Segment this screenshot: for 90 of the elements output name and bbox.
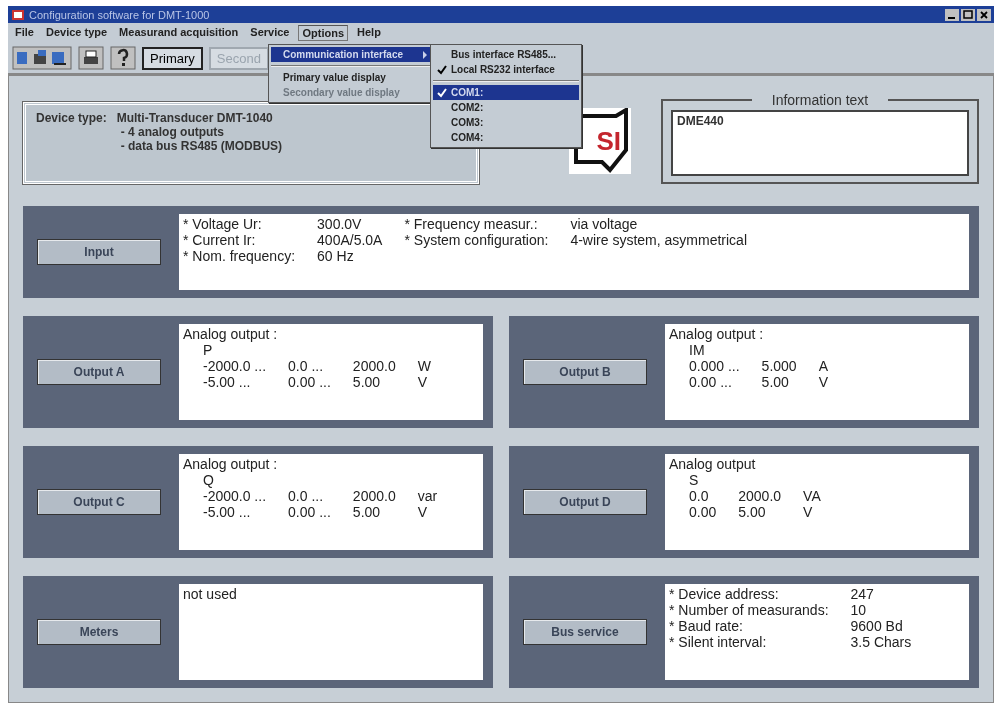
summary-text: 400A/5.0A: [317, 232, 383, 248]
summary-text: 5.00: [738, 504, 767, 520]
summary-heading: Analog output :: [183, 456, 279, 472]
summary-text: 5.00: [352, 374, 382, 390]
quantity-text: IM: [688, 342, 706, 358]
check-icon: [437, 87, 447, 98]
summary-text: 0.00 ...: [288, 374, 331, 390]
summary-text: * Device address:: [669, 586, 780, 602]
summary-text: 0.0 ...: [288, 358, 325, 374]
quantity-text: P: [202, 342, 214, 358]
summary-text: V: [803, 504, 814, 520]
panel-button[interactable]: Output A: [37, 359, 161, 385]
device-text: Multi-Transducer DMT-1040: [116, 111, 274, 125]
summary-text: 0.00: [689, 504, 717, 520]
menu-item[interactable]: Measurand acquisition: [116, 25, 242, 41]
summary-text: VA: [803, 488, 821, 504]
summary-text: 0.00 ...: [689, 374, 733, 390]
close-icon[interactable]: [977, 8, 991, 21]
panel-button[interactable]: Meters: [37, 619, 161, 645]
summary-text: 0.00 ...: [288, 504, 331, 520]
summary-text: * System configuration:: [404, 232, 549, 248]
device-text: - 4 analog outputs: [119, 125, 226, 139]
maximize-icon[interactable]: [961, 8, 975, 21]
summary-text: 5.00: [761, 374, 790, 390]
panel-button[interactable]: Bus service: [523, 619, 647, 645]
summary-text: -5.00 ...: [203, 504, 252, 520]
help-icon[interactable]: [110, 46, 136, 70]
summary-text: -2000.0 ...: [203, 488, 267, 504]
summary-text: 60 Hz: [317, 248, 355, 264]
summary-heading: Analog output: [669, 456, 757, 472]
summary-text: 5.000: [761, 358, 797, 374]
summary-text: 2000.0: [738, 488, 782, 504]
summary-text: * Voltage Ur:: [183, 216, 263, 232]
menu-item[interactable]: Communication interface: [271, 47, 431, 62]
summary-text: -5.00 ...: [203, 374, 252, 390]
menu-item[interactable]: Options: [298, 25, 349, 41]
summary-text: 0.000 ...: [689, 358, 740, 374]
check-icon: [437, 64, 447, 75]
summary-text: via voltage: [570, 216, 639, 232]
menu-item[interactable]: Device type: [42, 25, 111, 41]
summary-text: -2000.0 ...: [203, 358, 267, 374]
summary-text: * Current Ir:: [183, 232, 257, 248]
summary-text: * Number of measurands:: [669, 602, 829, 618]
printer-icon[interactable]: [78, 46, 104, 70]
quantity-text: Q: [202, 472, 215, 488]
menu-item[interactable]: Primary value display: [271, 70, 431, 85]
summary-text: 9600 Bd: [850, 618, 904, 634]
menu-item[interactable]: Help: [354, 25, 384, 41]
panel-button[interactable]: Output C: [37, 489, 161, 515]
input-button[interactable]: Input: [37, 239, 161, 265]
device-text: - data bus RS485 (MODBUS): [119, 139, 283, 153]
menu-item[interactable]: File: [12, 25, 37, 41]
summary-text: V: [417, 504, 429, 520]
summary-text: W: [417, 358, 431, 374]
summary-text: 0.0 ...: [288, 488, 325, 504]
menu-item[interactable]: Local RS232 interface: [433, 62, 579, 77]
summary-text: var: [417, 488, 438, 504]
summary-text: 3.5 Chars: [850, 634, 912, 650]
app-icon: [11, 7, 25, 22]
menu-item[interactable]: Bus interface RS485...: [433, 47, 579, 62]
summary-text: 300.0V: [317, 216, 363, 232]
quantity-text: S: [688, 472, 700, 488]
device-label: Device type:: [36, 111, 107, 127]
panel-button[interactable]: Output B: [523, 359, 647, 385]
panel-button[interactable]: Output D: [523, 489, 647, 515]
summary-text: A: [818, 358, 828, 374]
minimize-icon[interactable]: [945, 8, 959, 21]
toolbar-button[interactable]: Primary: [142, 46, 203, 70]
summary-heading: Analog output :: [669, 326, 765, 342]
summary-text: * Baud rate:: [669, 618, 744, 634]
summary-text: 2000.0: [352, 358, 396, 374]
summary-text: * Frequency measur.:: [404, 216, 539, 232]
summary-text: 10: [850, 602, 868, 618]
device-icon[interactable]: [12, 46, 72, 70]
summary-text: * Nom. frequency:: [183, 248, 296, 264]
summary-text: V: [417, 374, 429, 390]
summary-text: 4-wire system, asymmetrical: [570, 232, 747, 248]
summary-text: * Silent interval:: [669, 634, 768, 650]
summary-text: 0.0: [689, 488, 710, 504]
summary-text: 247: [850, 586, 875, 602]
menu-item[interactable]: COM1:: [433, 85, 579, 100]
window-title: Configuration software for DMT-1000: [29, 8, 211, 21]
menu-item[interactable]: Service: [247, 25, 293, 41]
summary-heading: Analog output :: [183, 326, 279, 342]
summary-text: V: [818, 374, 828, 390]
summary-heading: not used: [183, 586, 238, 602]
group-title: Information text: [770, 92, 870, 108]
summary-text: 5.00: [352, 504, 382, 520]
summary-text: 2000.0: [352, 488, 396, 504]
information-text: DME440: [677, 114, 724, 128]
